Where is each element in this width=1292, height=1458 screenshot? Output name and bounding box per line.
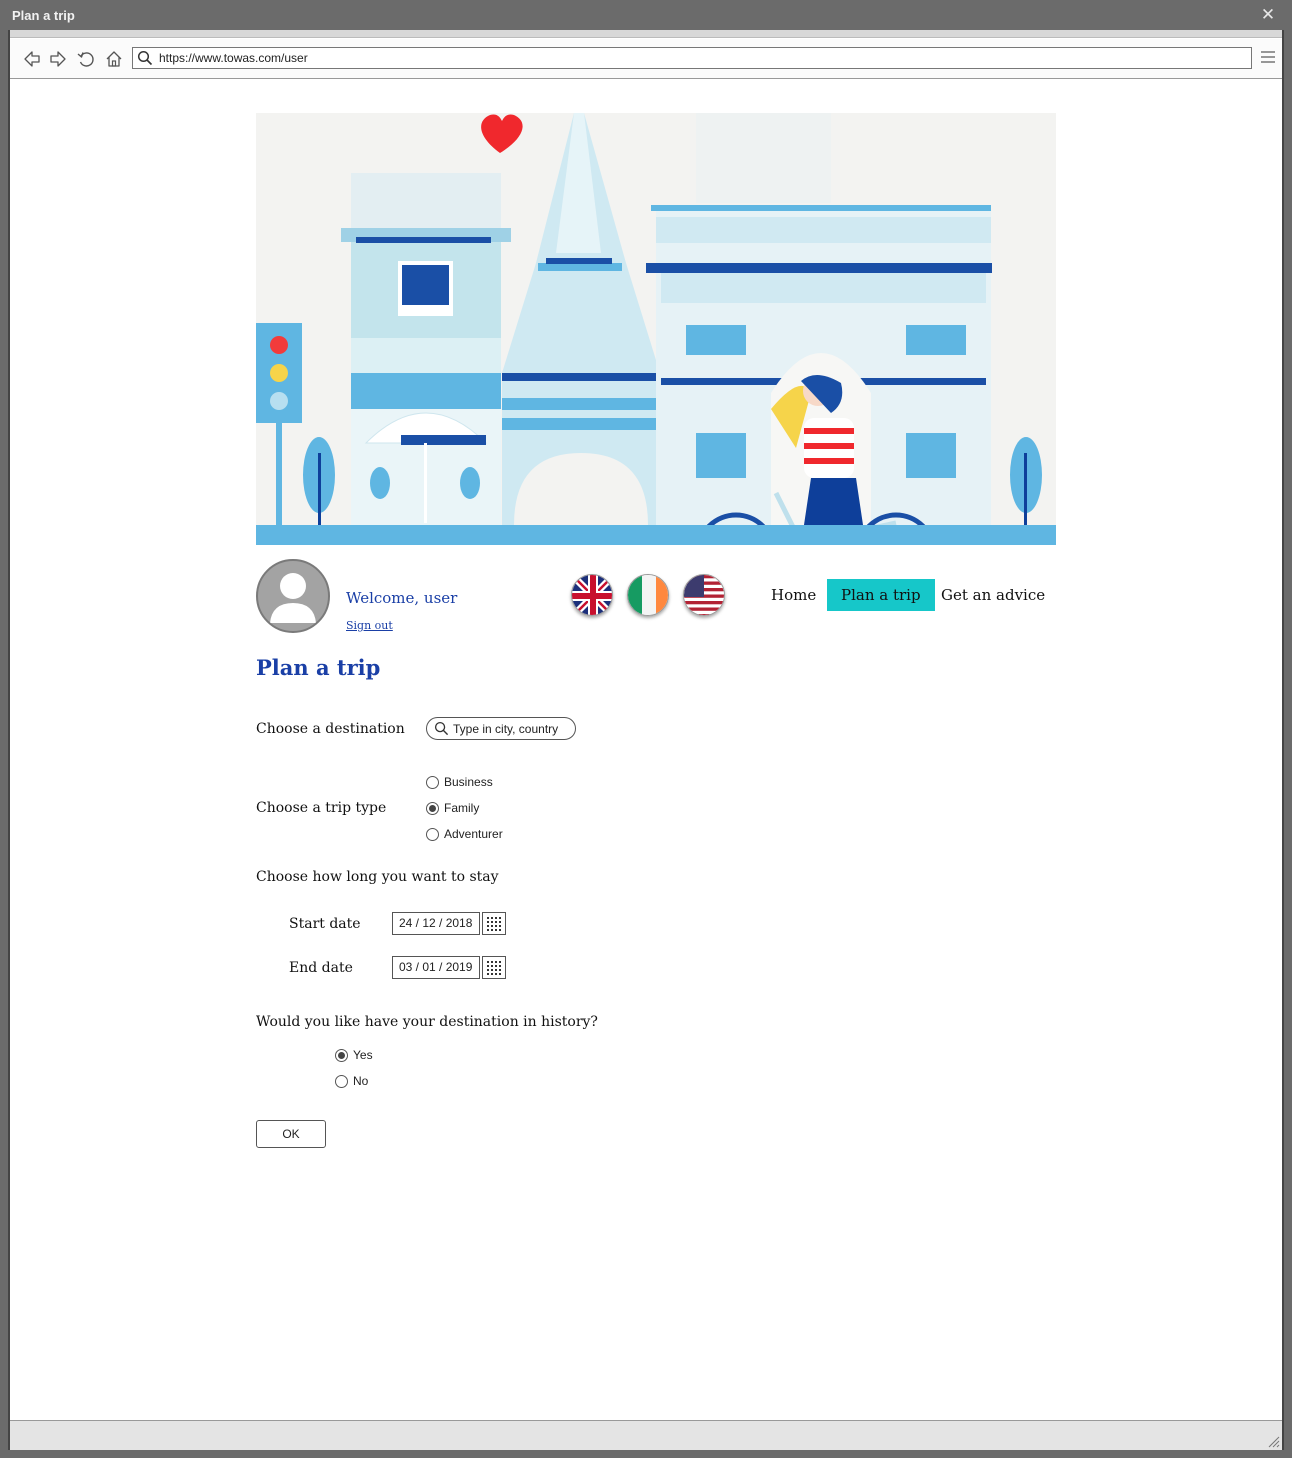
radio-label: Yes (353, 1048, 373, 1062)
user-silhouette-icon (270, 573, 316, 623)
radio-button[interactable] (426, 776, 439, 789)
radio-label: No (353, 1074, 369, 1088)
start-date-field[interactable]: 24 / 12 / 2018 (392, 912, 480, 935)
radio-button[interactable] (335, 1049, 348, 1062)
search-icon (137, 50, 153, 66)
forward-icon[interactable] (48, 49, 68, 69)
window-title: Plan a trip (12, 8, 75, 23)
browser-toolbar: https://www.towas.com/user (10, 39, 1282, 79)
page-content: Welcome, user Sign out Home Plan a trip … (10, 80, 1282, 1420)
ok-button[interactable]: OK (256, 1120, 326, 1148)
status-bar (10, 1420, 1282, 1450)
avatar (256, 559, 330, 633)
browser-frame: https://www.towas.com/user Welcome, user… (8, 30, 1284, 1450)
reload-icon[interactable] (76, 49, 96, 69)
nav-plan-a-trip[interactable]: Plan a trip (827, 579, 935, 611)
radio-button[interactable] (426, 828, 439, 841)
destination-label: Choose a destination (256, 721, 405, 737)
end-date-calendar-button[interactable] (482, 956, 506, 979)
welcome-text: Welcome, user (346, 589, 458, 607)
stay-label: Choose how long you want to stay (256, 869, 499, 885)
page-title: Plan a trip (256, 655, 381, 680)
close-icon[interactable]: ✕ (1258, 5, 1278, 25)
end-date-label: End date (289, 960, 353, 976)
radio-button[interactable] (426, 802, 439, 815)
radio-label: Business (444, 775, 493, 789)
calendar-icon (487, 917, 501, 931)
start-date-label: Start date (289, 916, 361, 932)
radio-button[interactable] (335, 1075, 348, 1088)
home-icon[interactable] (104, 49, 124, 69)
destination-search-field[interactable] (426, 717, 576, 740)
nav-home[interactable]: Home (757, 579, 830, 611)
search-icon (434, 721, 449, 736)
sign-out-link[interactable]: Sign out (346, 619, 393, 632)
ireland-flag-icon[interactable] (627, 574, 669, 616)
address-bar[interactable]: https://www.towas.com/user (132, 47, 1252, 69)
paris-hero-illustration (256, 113, 1056, 545)
url-text: https://www.towas.com/user (159, 51, 308, 65)
nav-get-an-advice[interactable]: Get an advice (927, 579, 1059, 611)
browser-window: Plan a trip ✕ https://www.towas.com/user… (0, 0, 1292, 1458)
back-icon[interactable] (22, 49, 42, 69)
end-date-field[interactable]: 03 / 01 / 2019 (392, 956, 480, 979)
us-flag-icon[interactable] (683, 574, 725, 616)
trip-type-label: Choose a trip type (256, 800, 387, 816)
calendar-icon (487, 961, 501, 975)
history-question: Would you like have your destination in … (256, 1014, 598, 1030)
uk-flag-icon[interactable] (571, 574, 613, 616)
radio-label: Adventurer (444, 827, 503, 841)
title-bar: Plan a trip ✕ (0, 0, 1292, 30)
resize-grip-icon[interactable] (1266, 1434, 1280, 1448)
tab-strip (10, 30, 1282, 38)
radio-label: Family (444, 801, 480, 815)
destination-input[interactable] (453, 720, 571, 737)
start-date-calendar-button[interactable] (482, 912, 506, 935)
hamburger-menu-icon[interactable] (1260, 49, 1276, 65)
